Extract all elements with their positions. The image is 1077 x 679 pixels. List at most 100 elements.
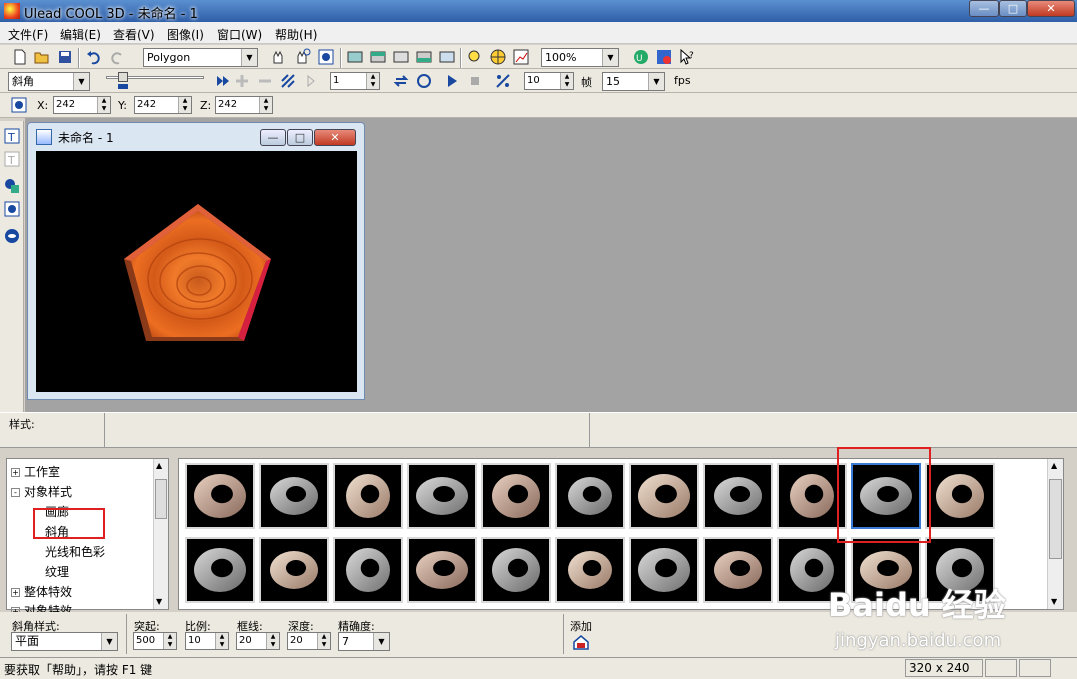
svg-text:T: T [7,154,15,167]
timeline-slider[interactable] [100,72,208,90]
pentagon-object[interactable] [36,151,357,392]
insert-graphic-icon[interactable] [2,176,22,196]
open-folder-icon[interactable] [32,47,52,67]
doc-maximize-button[interactable]: □ [287,129,313,146]
save-icon[interactable] [55,47,75,67]
bevel-thumbnail[interactable] [629,537,699,603]
close-button[interactable]: ✕ [1027,0,1075,17]
ulead-icon[interactable]: U [631,47,651,67]
bevel-thumbnail[interactable] [481,463,551,529]
play-icon[interactable] [442,71,462,91]
frames-count-input[interactable]: 10 ▲ ▼ [524,72,574,90]
scroll-up-icon[interactable]: ▲ [1051,461,1057,470]
ping-pong-icon[interactable] [414,71,434,91]
help-pointer-icon[interactable]: ? [677,47,697,67]
fps-select[interactable]: 15 ▼ [602,72,665,91]
object-toolbar: T T [0,121,24,412]
bevel-thumbnail[interactable] [185,537,255,603]
scroll-up-icon[interactable]: ▲ [156,461,162,470]
view-bottom-icon[interactable] [437,47,457,67]
add-to-gallery-icon[interactable] [571,632,591,652]
stop-icon[interactable] [465,71,485,91]
edit-text-icon[interactable]: T [2,149,22,169]
reverse-icon[interactable] [278,71,298,91]
bevel-thumbnail[interactable] [333,537,403,603]
render-canvas[interactable] [36,151,357,392]
menu-edit[interactable]: 编辑(E) [60,26,101,43]
doc-minimize-button[interactable]: — [260,129,286,146]
add-keyframe-icon[interactable] [232,71,252,91]
tree-item-light-color[interactable]: 光线和色彩 [45,543,105,560]
zoom-select[interactable]: 100% ▼ [541,48,619,67]
light-icon[interactable] [465,47,485,67]
insert-geometry-icon[interactable] [2,226,22,246]
bevel-thumbnail[interactable] [259,537,329,603]
scale-input[interactable]: 10 ▲ ▼ [185,632,229,650]
chevron-down-icon: ▼ [602,49,618,66]
bevel-thumbnail[interactable] [259,463,329,529]
tree-item-studio[interactable]: + 工作室 [11,463,60,480]
scroll-thumb[interactable] [155,479,167,519]
web-icon[interactable] [654,47,674,67]
globe-icon[interactable] [488,47,508,67]
bevel-thumbnail[interactable] [703,537,773,603]
z-position-input[interactable]: 242 ▲ ▼ [215,96,273,114]
depth-input[interactable]: 20 ▲ ▼ [287,632,331,650]
menu-window[interactable]: 窗口(W) [217,26,262,43]
tree-item-global-effects[interactable]: + 整体特效 [11,583,72,600]
remove-keyframe-icon[interactable] [255,71,275,91]
tree-scrollbar[interactable]: ▲ ▼ [153,459,168,609]
smooth-motion-icon[interactable] [493,71,513,91]
menu-image[interactable]: 图像(I) [167,26,204,43]
size-object-icon[interactable] [316,47,336,67]
bevel-thumbnail[interactable] [925,463,995,529]
bevel-thumbnail[interactable] [629,463,699,529]
rotate-hand-icon[interactable] [292,47,312,67]
menu-view[interactable]: 查看(V) [113,26,155,43]
scroll-down-icon[interactable]: ▼ [156,597,162,606]
play-range-icon[interactable] [213,71,233,91]
effect-select[interactable]: 斜角 ▼ [8,72,90,91]
minimize-button[interactable]: — [969,0,999,17]
redo-icon[interactable] [107,47,127,67]
tree-item-object-style[interactable]: - 对象样式 [11,483,72,500]
undo-icon[interactable] [84,47,104,67]
bevel-thumbnail[interactable] [407,537,477,603]
frame-number-input[interactable]: 1 ▲ ▼ [330,72,380,90]
bevel-style-select[interactable]: 平面 ▼ [11,632,118,651]
bevel-thumbnail[interactable] [407,463,477,529]
frames-label: 帧 [581,76,592,89]
insert-text-icon[interactable]: T [2,126,22,146]
view-front-icon[interactable] [345,47,365,67]
bevel-thumbnail[interactable] [555,537,625,603]
maximize-button[interactable]: □ [999,0,1027,17]
bevel-thumbnail[interactable] [555,463,625,529]
menu-file[interactable]: 文件(F) [8,26,48,43]
bevel-thumbnail[interactable] [185,463,255,529]
bevel-thumbnail[interactable] [481,537,551,603]
new-file-icon[interactable] [10,47,30,67]
position-mode-icon[interactable] [9,95,29,115]
move-hand-icon[interactable] [268,47,288,67]
protrude-input[interactable]: 500 ▲ ▼ [133,632,177,650]
menu-help[interactable]: 帮助(H) [275,26,317,43]
next-frame-icon[interactable] [301,71,321,91]
precision-select[interactable]: 7 ▼ [338,632,390,651]
scroll-thumb[interactable] [1049,479,1062,559]
gallery-scrollbar[interactable]: ▲ ▼ [1047,459,1063,609]
tree-item-texture[interactable]: 纹理 [45,563,69,580]
bevel-thumbnail[interactable] [333,463,403,529]
y-position-input[interactable]: 242 ▲ ▼ [134,96,192,114]
view-top-icon[interactable] [368,47,388,67]
border-input[interactable]: 20 ▲ ▼ [236,632,280,650]
bevel-thumbnail[interactable] [703,463,773,529]
loop-icon[interactable] [391,71,411,91]
view-back-icon[interactable] [414,47,434,67]
view-side-icon[interactable] [391,47,411,67]
chart-icon[interactable] [511,47,531,67]
object-select[interactable]: Polygon ▼ [143,48,258,67]
x-position-input[interactable]: 242 ▲ ▼ [53,96,111,114]
doc-close-button[interactable]: ✕ [314,129,356,146]
edit-graphic-icon[interactable] [2,199,22,219]
scroll-down-icon[interactable]: ▼ [1051,597,1057,606]
